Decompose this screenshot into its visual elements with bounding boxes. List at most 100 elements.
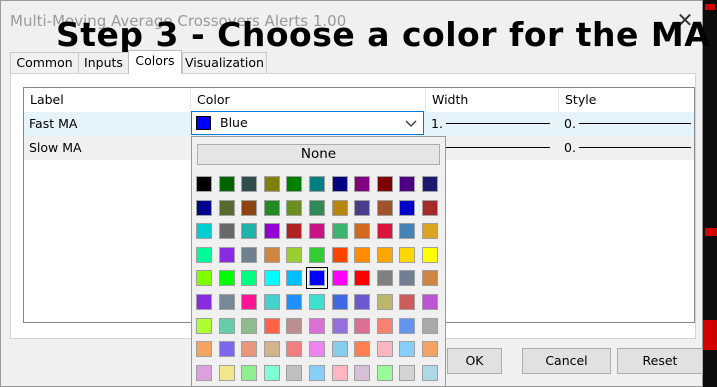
color-swatch-option[interactable] bbox=[286, 294, 303, 310]
tab-common[interactable]: Common bbox=[10, 52, 79, 73]
color-swatch-option[interactable] bbox=[376, 317, 393, 334]
color-swatch-option[interactable] bbox=[286, 364, 303, 381]
color-swatch-option[interactable] bbox=[218, 223, 235, 240]
color-swatch-option[interactable] bbox=[196, 317, 212, 334]
color-swatch-option[interactable] bbox=[422, 176, 438, 192]
color-swatch-option[interactable] bbox=[309, 246, 325, 263]
color-swatch-option[interactable] bbox=[331, 199, 348, 216]
color-swatch-option[interactable] bbox=[218, 176, 235, 192]
color-swatch-option[interactable] bbox=[241, 294, 258, 310]
color-swatch-option[interactable] bbox=[309, 223, 325, 240]
color-swatch-option[interactable] bbox=[218, 199, 235, 216]
color-swatch-option[interactable] bbox=[354, 341, 371, 358]
color-swatch-option[interactable] bbox=[286, 270, 303, 287]
chevron-down-icon[interactable] bbox=[405, 112, 417, 134]
color-swatch-option[interactable] bbox=[399, 364, 416, 381]
color-swatch-option[interactable] bbox=[331, 223, 348, 240]
color-swatch-option[interactable] bbox=[241, 270, 258, 287]
color-swatch-option[interactable] bbox=[196, 176, 212, 192]
style-select[interactable]: 0. bbox=[559, 112, 694, 136]
color-swatch-option[interactable] bbox=[309, 199, 325, 216]
color-swatch-option[interactable] bbox=[354, 364, 371, 381]
style-select[interactable]: 0. bbox=[559, 136, 694, 160]
color-swatch-option[interactable] bbox=[422, 317, 438, 334]
color-swatch-option[interactable] bbox=[286, 223, 303, 240]
color-swatch-option[interactable] bbox=[354, 176, 371, 192]
color-swatch-option[interactable] bbox=[309, 317, 325, 334]
color-swatch-option[interactable] bbox=[422, 199, 438, 216]
color-swatch-option[interactable] bbox=[354, 294, 371, 310]
color-swatch-option[interactable] bbox=[263, 294, 280, 310]
color-swatch-option[interactable] bbox=[331, 364, 348, 381]
color-swatch-option[interactable] bbox=[354, 223, 371, 240]
color-swatch-option[interactable] bbox=[218, 341, 235, 358]
color-swatch-option[interactable] bbox=[331, 246, 348, 263]
color-swatch-option[interactable] bbox=[376, 199, 393, 216]
color-swatch-option[interactable] bbox=[286, 317, 303, 334]
color-swatch-option[interactable] bbox=[354, 199, 371, 216]
color-swatch-option[interactable] bbox=[331, 176, 348, 192]
color-swatch-option[interactable] bbox=[376, 341, 393, 358]
color-swatch-option[interactable] bbox=[196, 294, 212, 310]
color-swatch-option[interactable] bbox=[376, 364, 393, 381]
color-swatch-option[interactable] bbox=[196, 223, 212, 240]
color-swatch-option[interactable] bbox=[399, 294, 416, 310]
color-swatch-option[interactable] bbox=[241, 317, 258, 334]
color-swatch-option[interactable] bbox=[286, 246, 303, 263]
column-header-color[interactable]: Color bbox=[191, 88, 426, 112]
color-swatch-option[interactable] bbox=[422, 223, 438, 240]
color-swatch-option[interactable] bbox=[399, 223, 416, 240]
color-swatch-option[interactable] bbox=[399, 270, 416, 287]
color-swatch-option[interactable] bbox=[309, 294, 325, 310]
color-swatch-option[interactable] bbox=[422, 294, 438, 310]
color-swatch-option[interactable] bbox=[196, 199, 212, 216]
color-swatch-option[interactable] bbox=[331, 270, 348, 287]
color-swatch-option[interactable] bbox=[241, 199, 258, 216]
color-swatch-option[interactable] bbox=[422, 364, 438, 381]
color-swatch-option[interactable] bbox=[263, 270, 280, 287]
color-swatch-option[interactable] bbox=[376, 294, 393, 310]
color-swatch-option[interactable] bbox=[399, 317, 416, 334]
color-swatch-option[interactable] bbox=[286, 199, 303, 216]
color-swatch-option[interactable] bbox=[263, 317, 280, 334]
color-swatch-option[interactable] bbox=[263, 223, 280, 240]
color-swatch-option[interactable] bbox=[306, 267, 328, 290]
color-swatch-option[interactable] bbox=[196, 270, 212, 287]
width-select[interactable]: 1. bbox=[426, 112, 559, 136]
color-swatch-option[interactable] bbox=[263, 246, 280, 263]
color-swatch-option[interactable] bbox=[354, 246, 371, 263]
color-swatch-option[interactable] bbox=[354, 317, 371, 334]
color-swatch-option[interactable] bbox=[309, 176, 325, 192]
color-swatch-option[interactable] bbox=[263, 364, 280, 381]
color-swatch-option[interactable] bbox=[399, 199, 416, 216]
color-swatch-option[interactable] bbox=[376, 223, 393, 240]
color-swatch-option[interactable] bbox=[196, 341, 212, 358]
column-header-width[interactable]: Width bbox=[426, 88, 559, 112]
color-swatch-option[interactable] bbox=[331, 294, 348, 310]
tab-visualization[interactable]: Visualization bbox=[182, 52, 267, 73]
color-swatch-option[interactable] bbox=[376, 176, 393, 192]
color-swatch-option[interactable] bbox=[354, 270, 371, 287]
color-swatch-option[interactable] bbox=[241, 176, 258, 192]
ok-button[interactable]: OK bbox=[447, 348, 502, 374]
color-swatch-option[interactable] bbox=[309, 364, 325, 381]
color-swatch-option[interactable] bbox=[422, 246, 438, 263]
color-swatch-option[interactable] bbox=[241, 364, 258, 381]
tab-inputs[interactable]: Inputs bbox=[78, 52, 129, 73]
color-swatch-option[interactable] bbox=[422, 270, 438, 287]
tab-colors[interactable]: Colors bbox=[128, 50, 182, 74]
color-swatch-option[interactable] bbox=[309, 341, 325, 358]
color-swatch-option[interactable] bbox=[286, 176, 303, 192]
color-swatch-option[interactable] bbox=[422, 341, 438, 358]
color-swatch-option[interactable] bbox=[218, 270, 235, 287]
color-swatch-option[interactable] bbox=[376, 246, 393, 263]
color-swatch-option[interactable] bbox=[241, 223, 258, 240]
color-select[interactable]: Blue bbox=[191, 111, 424, 135]
color-swatch-option[interactable] bbox=[218, 246, 235, 263]
column-header-label[interactable]: Label bbox=[24, 88, 191, 112]
column-header-style[interactable]: Style bbox=[559, 88, 694, 112]
color-swatch-option[interactable] bbox=[331, 317, 348, 334]
color-swatch-option[interactable] bbox=[241, 341, 258, 358]
reset-button[interactable]: Reset bbox=[617, 348, 703, 374]
color-swatch-option[interactable] bbox=[263, 341, 280, 358]
